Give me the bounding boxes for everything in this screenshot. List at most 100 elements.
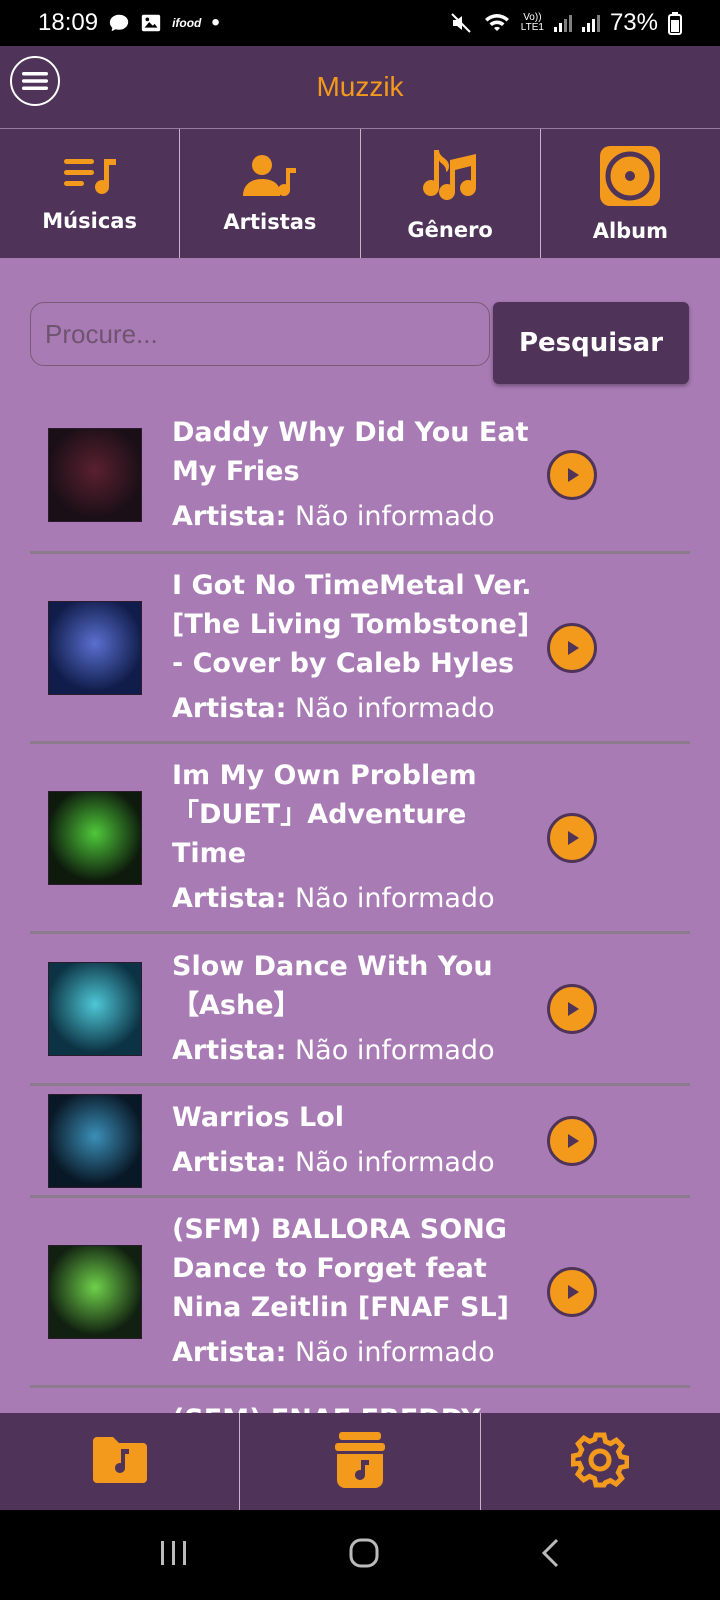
song-row-partial[interactable]: (SFM) FNAF FREDDY [30,1388,690,1413]
play-icon [568,1001,579,1016]
tab-label: Gênero [407,218,493,242]
song-artist: Artista: Não informado [172,497,544,537]
music-folder-icon [91,1435,149,1489]
status-bar: 18:09 ifood • Vo)) LTE1 73% [0,0,720,46]
system-nav-bar [0,1510,720,1600]
lte-indicator: Vo)) LTE1 [520,12,544,33]
nav-playlist[interactable] [240,1413,481,1510]
settings-gear-icon [570,1431,630,1493]
tab-musicas[interactable]: Músicas [0,129,181,259]
song-text: (SFM) BALLORA SONG Dance to Forget feat … [172,1200,544,1383]
song-artist: Artista: Não informado [172,1031,544,1071]
play-icon [568,467,579,482]
search-row: Pesquisar [30,302,690,384]
battery-icon [668,11,682,35]
artist-key: Artista: [172,883,287,914]
music-notes-icon [420,146,480,210]
artist-key: Artista: [172,693,287,724]
nav-library[interactable] [0,1413,241,1510]
song-text: Im My Own Problem 「DUET」Adventure Time Ar… [172,746,544,929]
recent-apps-icon[interactable] [159,1539,189,1571]
tab-artistas[interactable]: Artistas [180,129,361,259]
song-artist: Artista: Não informado [172,1333,544,1373]
status-left: 18:09 ifood • [38,9,220,37]
album-disc-icon [599,145,661,211]
song-row[interactable]: Daddy Why Did You Eat My Fries Artista: N… [30,398,690,554]
song-thumbnail [48,427,142,522]
app-header: Muzzik [0,46,720,128]
nav-settings[interactable] [481,1413,720,1510]
song-title: (SFM) BALLORA SONG Dance to Forget feat … [172,1214,509,1323]
song-title: Im My Own Problem 「DUET」Adventure Time [172,760,477,869]
music-jar-icon [331,1430,389,1494]
play-icon [568,1284,579,1299]
song-title: Warrios Lol [172,1102,344,1133]
song-text: Slow Dance With You 【Ashe】 Artista: Não i… [172,937,544,1081]
main-content: Pesquisar Daddy Why Did You Eat My Fries… [0,258,720,1413]
status-time: 18:09 [38,9,99,36]
music-list-icon [62,155,118,201]
ifood-icon: ifood [172,16,202,30]
song-artist: Artista: Não informado [172,1143,544,1183]
song-row[interactable]: Warrios Lol Artista: Não informado [30,1086,690,1198]
wifi-icon [483,11,511,35]
signal-1-icon [553,14,572,32]
song-title: Slow Dance With You 【Ashe】 [172,950,493,1021]
song-thumbnail [48,790,142,885]
play-button[interactable] [547,622,597,673]
song-row[interactable]: (SFM) BALLORA SONG Dance to Forget feat … [30,1198,690,1388]
back-icon[interactable] [539,1537,561,1573]
artist-value: Não informado [294,693,495,724]
notification-dot-icon: • [211,9,220,36]
bottom-nav [0,1413,720,1510]
play-icon [568,640,579,655]
gallery-icon [140,12,162,34]
search-button[interactable]: Pesquisar [493,302,689,384]
status-right: Vo)) LTE1 73% [449,9,682,37]
artist-key: Artista: [172,1147,287,1178]
song-row[interactable]: Im My Own Problem 「DUET」Adventure Time Ar… [30,744,690,934]
signal-2-icon [581,14,600,32]
song-text: Daddy Why Did You Eat My Fries Artista: N… [172,403,544,547]
category-tabs: Músicas Artistas Gênero Album [0,128,720,259]
tab-album[interactable]: Album [541,129,720,259]
artist-key: Artista: [172,500,287,532]
song-thumbnail [48,1093,142,1188]
play-button[interactable] [547,1115,597,1166]
play-icon [568,1133,579,1148]
song-artist: Artista: Não informado [172,879,544,919]
app-title: Muzzik [316,71,404,102]
tab-label: Album [592,219,669,243]
song-row[interactable]: I Got No TimeMetal Ver. [The Living Tomb… [30,554,690,744]
song-list: Daddy Why Did You Eat My Fries Artista: N… [30,398,690,1413]
artist-value: Não informado [294,1337,495,1368]
song-title: I Got No TimeMetal Ver. [The Living Tomb… [172,570,532,679]
artist-key: Artista: [172,1034,287,1066]
search-input[interactable] [30,302,490,366]
play-button[interactable] [547,1266,597,1317]
artist-icon [242,154,298,202]
tab-label: Músicas [42,209,137,233]
play-button[interactable] [547,449,597,500]
artist-value: Não informado [294,1147,495,1178]
song-title: (SFM) FNAF FREDDY [172,1400,481,1413]
song-artist: Artista: Não informado [172,689,544,729]
mute-icon [449,11,473,35]
tab-genero[interactable]: Gênero [361,129,541,259]
home-icon[interactable] [348,1537,380,1573]
song-row[interactable]: Slow Dance With You 【Ashe】 Artista: Não i… [30,934,690,1086]
play-button[interactable] [547,983,597,1034]
song-title: Daddy Why Did You Eat My Fries [172,416,529,487]
artist-key: Artista: [172,1337,287,1368]
tab-label: Artistas [223,210,317,234]
song-thumbnail [48,600,142,695]
play-button[interactable] [547,812,597,863]
artist-value: Não informado [294,883,495,914]
song-thumbnail [48,1244,142,1339]
hamburger-menu-icon[interactable] [10,56,60,106]
artist-value: Não informado [294,1034,495,1066]
song-text: I Got No TimeMetal Ver. [The Living Tomb… [172,556,544,739]
song-thumbnail [48,961,142,1056]
song-text: Warrios Lol Artista: Não informado [172,1088,544,1193]
play-icon [568,830,579,845]
